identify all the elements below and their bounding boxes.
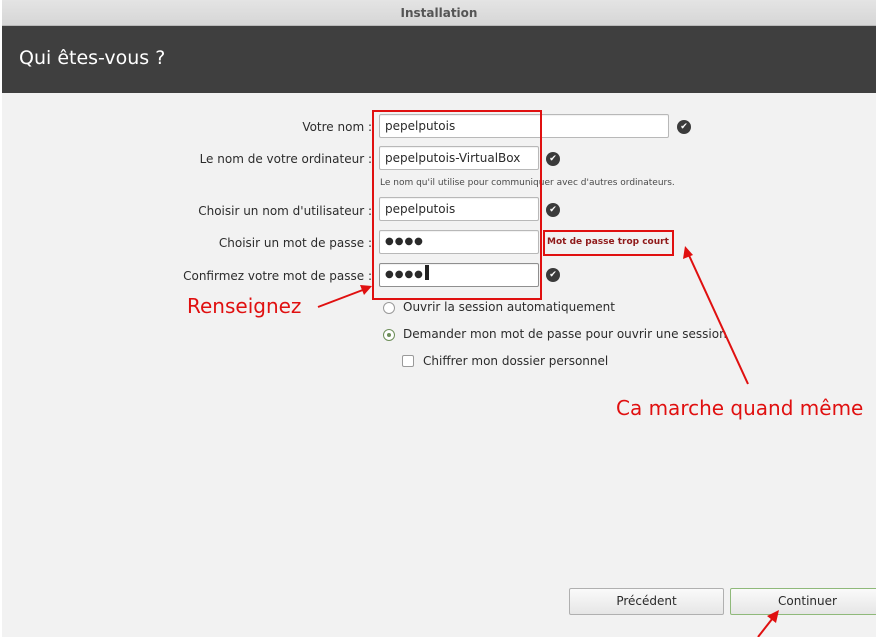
ca-marche-arrowhead — [683, 246, 693, 259]
ca-marche-arrow — [686, 250, 749, 385]
continue-arrowhead — [767, 610, 779, 623]
annotation-arrows — [317, 246, 779, 637]
renseignez-arrow — [317, 287, 369, 308]
